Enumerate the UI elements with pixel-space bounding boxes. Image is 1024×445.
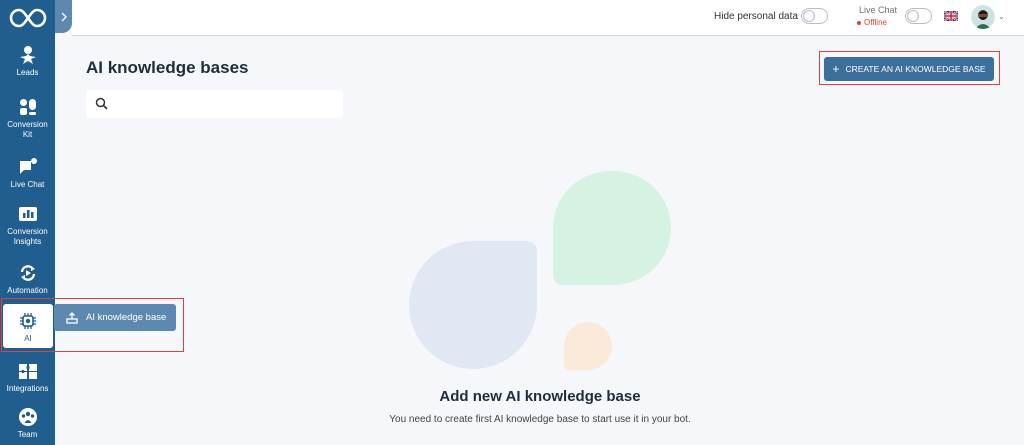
hide-personal-data-label: Hide personal data — [714, 11, 798, 22]
plus-icon: + — [832, 62, 840, 76]
sidebar: Leads Conversion Kit Live Chat Conversio… — [0, 0, 55, 445]
team-icon — [17, 406, 39, 428]
sidebar-item-conversion-kit[interactable]: Conversion Kit — [0, 96, 55, 140]
sidebar-item-label: Conversion Kit — [7, 120, 48, 139]
create-knowledge-base-button[interactable]: + CREATE AN AI KNOWLEDGE BASE — [824, 57, 994, 81]
empty-state-title: Add new AI knowledge base — [439, 388, 641, 405]
create-knowledge-base-label: CREATE AN AI KNOWLEDGE BASE — [845, 64, 986, 74]
knowledge-base-icon — [66, 311, 78, 324]
illustration-blob-peach — [564, 322, 612, 370]
insights-icon — [17, 203, 39, 225]
search-icon — [95, 97, 108, 110]
live-chat-status: Offline — [857, 18, 887, 27]
sidebar-item-label: Team — [17, 430, 38, 439]
submenu-item-ai-knowledge-base[interactable]: AI knowledge base — [54, 304, 176, 331]
sidebar-item-leads[interactable]: Leads — [0, 44, 55, 78]
sidebar-item-automation[interactable]: Automation — [0, 262, 55, 296]
sidebar-item-label: Automation — [7, 286, 48, 295]
uk-flag-icon[interactable] — [944, 11, 958, 21]
sidebar-item-label: Conversion Insights — [7, 227, 48, 246]
status-dot — [857, 20, 861, 25]
illustration-blob-green — [553, 171, 671, 285]
automation-icon — [17, 262, 39, 284]
search-input[interactable] — [114, 94, 334, 114]
live-chat-label: Live Chat — [859, 5, 898, 15]
empty-state-text: You need to create first AI knowledge ba… — [389, 414, 691, 425]
hide-personal-data-toggle[interactable] — [801, 8, 828, 24]
sidebar-item-live-chat[interactable]: Live Chat — [0, 156, 55, 190]
leads-icon — [17, 44, 39, 66]
live-chat-icon — [17, 156, 39, 178]
illustration-blob-blue — [409, 241, 537, 369]
sidebar-item-label: Live Chat — [10, 180, 45, 189]
user-avatar[interactable] — [971, 5, 995, 29]
sidebar-collapse-toggle[interactable] — [55, 0, 72, 33]
integrations-icon — [17, 360, 39, 382]
submenu-label: AI knowledge base — [86, 312, 167, 323]
search-box[interactable] — [86, 90, 343, 118]
sidebar-item-label: Leads — [16, 68, 39, 77]
page-title: AI knowledge bases — [86, 58, 249, 77]
app-logo[interactable] — [0, 0, 55, 36]
sidebar-item-integrations[interactable]: Integrations — [0, 360, 55, 394]
conversion-kit-icon — [17, 96, 39, 118]
sidebar-item-label: Integrations — [6, 384, 49, 393]
live-chat-toggle[interactable] — [905, 8, 932, 24]
sidebar-item-conversion-insights[interactable]: Conversion Insights — [0, 203, 55, 247]
chevron-right-icon — [61, 12, 67, 21]
chevron-down-icon[interactable]: ⌄ — [998, 12, 1005, 21]
top-bar: Hide personal data Live Chat Offline ⌄ — [72, 0, 1024, 36]
logo-icon — [9, 8, 46, 28]
sidebar-item-team[interactable]: Team — [0, 406, 55, 440]
